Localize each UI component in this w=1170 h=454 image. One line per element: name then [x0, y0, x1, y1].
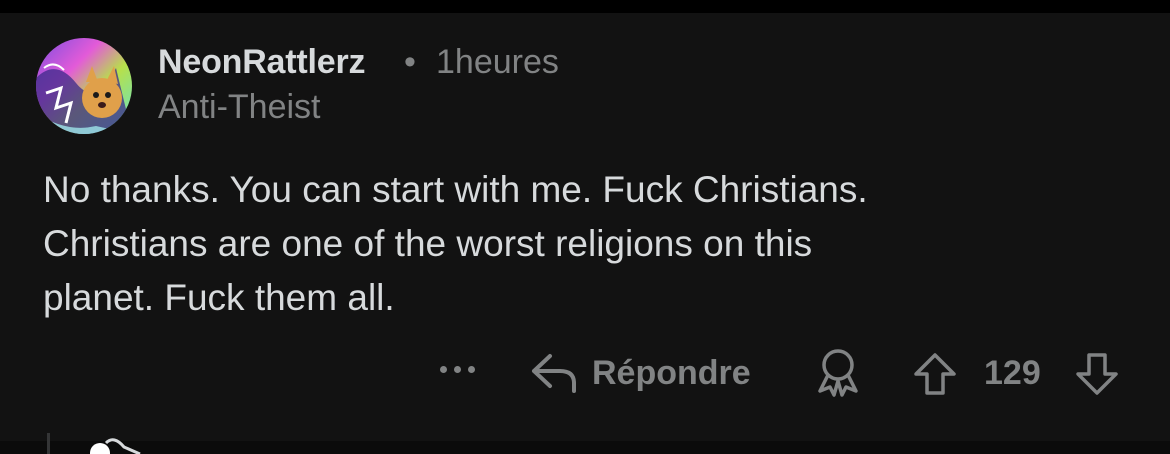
upvote-arrow-icon — [914, 353, 956, 395]
downvote-arrow-icon — [1076, 353, 1118, 395]
more-horizontal-icon — [440, 366, 447, 373]
comment-body: No thanks. You can start with me. Fuck C… — [43, 163, 1133, 325]
top-divider-bar — [0, 0, 1170, 13]
reply-label: Répondre — [592, 354, 751, 392]
comment-body-line: No thanks. You can start with me. Fuck C… — [43, 169, 868, 210]
author-avatar[interactable] — [36, 38, 132, 134]
comment-body-line: planet. Fuck them all. — [43, 277, 395, 318]
thread-line[interactable] — [47, 433, 50, 454]
award-button[interactable] — [812, 347, 864, 404]
upvote-button[interactable] — [912, 351, 958, 402]
reply-avatar — [80, 433, 150, 454]
comment-timestamp: 1heures — [436, 43, 559, 81]
author-username[interactable]: NeonRattlerz — [158, 43, 365, 82]
user-flair: Anti-Theist — [158, 88, 321, 126]
comment-card: NeonRattlerz • 1heures Anti-Theist No th… — [0, 13, 1170, 454]
reply-arrow-icon — [532, 354, 576, 393]
more-options-button[interactable] — [434, 348, 482, 388]
meta-separator: • — [404, 43, 416, 81]
comment-body-line: Christians are one of the worst religion… — [43, 223, 813, 264]
vote-score: 129 — [984, 354, 1041, 392]
downvote-button[interactable] — [1074, 351, 1120, 402]
more-horizontal-icon-dot — [468, 366, 475, 373]
award-icon — [818, 349, 858, 397]
reply-button[interactable]: Répondre — [530, 351, 751, 395]
more-horizontal-icon-dot — [454, 366, 461, 373]
